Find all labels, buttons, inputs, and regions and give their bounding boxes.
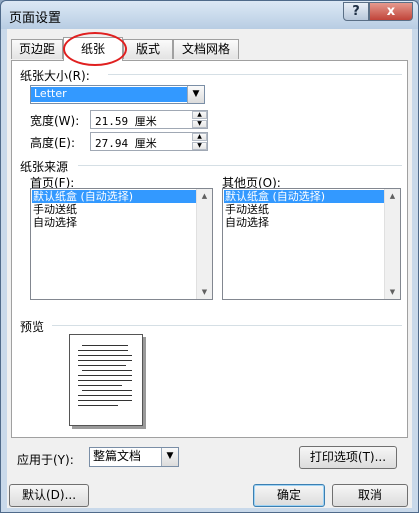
close-button[interactable]: x	[369, 2, 413, 21]
paper-size-dropdown[interactable]: Letter ▼	[30, 85, 205, 104]
scrollbar[interactable]: ▲ ▼	[196, 189, 212, 299]
help-button[interactable]: ?	[343, 2, 369, 21]
print-options-button[interactable]: 打印选项(T)...	[299, 446, 397, 469]
paper-size-divider	[108, 74, 402, 75]
preview-line	[78, 375, 132, 376]
tab-layout[interactable]: 版式	[123, 39, 173, 59]
preview-line	[78, 360, 132, 361]
preview-line	[78, 355, 132, 356]
list-item[interactable]: 手动送纸	[224, 203, 384, 216]
preview-line	[78, 405, 118, 406]
apply-to-label: 应用于(Y):	[17, 453, 74, 467]
paper-size-value: Letter	[31, 87, 187, 102]
list-item[interactable]: 自动选择	[224, 216, 384, 229]
preview-line	[78, 380, 132, 381]
chevron-down-icon[interactable]: ▼	[187, 86, 204, 103]
triangle-down-icon[interactable]: ▼	[192, 120, 207, 128]
height-value: 27.94 厘米	[95, 137, 157, 150]
list-item[interactable]: 默认纸盒 (自动选择)	[224, 190, 384, 203]
ok-button[interactable]: 确定	[253, 484, 325, 507]
apply-to-value: 整篇文档	[93, 449, 142, 463]
tab-margins[interactable]: 页边距	[11, 39, 63, 59]
preview-line	[78, 385, 122, 386]
page-setup-dialog: 页面设置 ? x 页边距 纸张 版式 文档网格 纸张大小(R): Letter …	[0, 0, 419, 513]
preview-line	[82, 390, 132, 391]
width-spinner[interactable]: 21.59 厘米 ▲ ▼	[90, 110, 208, 129]
preview-line	[78, 395, 132, 396]
other-pages-list[interactable]: 默认纸盒 (自动选择) 手动送纸 自动选择 ▲ ▼	[222, 188, 401, 300]
cancel-button[interactable]: 取消	[332, 484, 408, 507]
width-value: 21.59 厘米	[95, 115, 157, 128]
triangle-up-icon[interactable]: ▲	[192, 133, 207, 141]
chevron-down-icon[interactable]: ▼	[161, 448, 178, 466]
tab-document-grid[interactable]: 文档网格	[173, 39, 239, 59]
window-title: 页面设置	[9, 11, 62, 26]
height-label: 高度(E):	[30, 136, 75, 150]
preview-line	[78, 400, 132, 401]
title-bar: 页面设置 ? x	[1, 1, 418, 29]
triangle-up-icon[interactable]: ▲	[197, 189, 212, 203]
scrollbar[interactable]: ▲ ▼	[384, 189, 400, 299]
triangle-down-icon[interactable]: ▼	[197, 285, 212, 299]
default-button[interactable]: 默认(D)...	[9, 484, 89, 507]
preview-line	[78, 350, 128, 351]
list-item[interactable]: 默认纸盒 (自动选择)	[32, 190, 196, 203]
triangle-down-icon[interactable]: ▼	[385, 285, 400, 299]
preview-line	[82, 370, 132, 371]
width-label: 宽度(W):	[30, 114, 80, 128]
preview-divider	[52, 325, 402, 326]
height-spinner[interactable]: 27.94 厘米 ▲ ▼	[90, 132, 208, 151]
paper-source-label: 纸张来源	[20, 160, 69, 174]
preview-line	[78, 365, 126, 366]
triangle-up-icon[interactable]: ▲	[385, 189, 400, 203]
first-page-list[interactable]: 默认纸盒 (自动选择) 手动送纸 自动选择 ▲ ▼	[30, 188, 213, 300]
list-item[interactable]: 自动选择	[32, 216, 196, 229]
triangle-down-icon[interactable]: ▼	[192, 142, 207, 150]
triangle-up-icon[interactable]: ▲	[192, 111, 207, 119]
dialog-body: 页边距 纸张 版式 文档网格 纸张大小(R): Letter ▼ 宽度(W): …	[7, 29, 412, 508]
paper-size-label: 纸张大小(R):	[20, 69, 90, 83]
tab-paper[interactable]: 纸张	[63, 37, 123, 61]
apply-to-dropdown[interactable]: 整篇文档 ▼	[89, 447, 179, 467]
preview-label: 预览	[20, 320, 45, 334]
page-preview	[69, 334, 143, 426]
preview-line	[82, 345, 128, 346]
paper-source-divider	[78, 165, 402, 166]
list-item[interactable]: 手动送纸	[32, 203, 196, 216]
